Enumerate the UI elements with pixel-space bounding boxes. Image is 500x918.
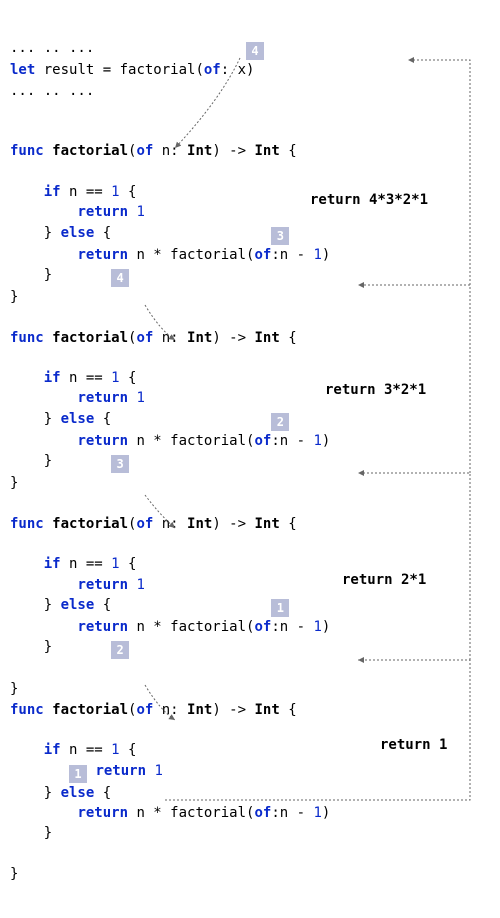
badge-arg-2: 2 (271, 413, 289, 431)
badge-n-2: 2 (111, 641, 129, 659)
intro-dots-2: ... .. ... (10, 83, 94, 99)
badge-arg-1: 1 (271, 599, 289, 617)
badge-n-3: 3 (111, 455, 129, 473)
return-label-3: return 2*1 (342, 570, 426, 590)
badge-call-4: 4 (246, 42, 264, 60)
intro-dots: ... .. ... (10, 40, 94, 56)
badge-ret1-1: 1 (69, 765, 87, 783)
return-label-4: return 1 (380, 735, 447, 755)
return-label-1: return 4*3*2*1 (310, 190, 428, 210)
return-label-2: return 3*2*1 (325, 380, 426, 400)
badge-n-4: 4 (111, 269, 129, 287)
badge-arg-3: 3 (271, 227, 289, 245)
